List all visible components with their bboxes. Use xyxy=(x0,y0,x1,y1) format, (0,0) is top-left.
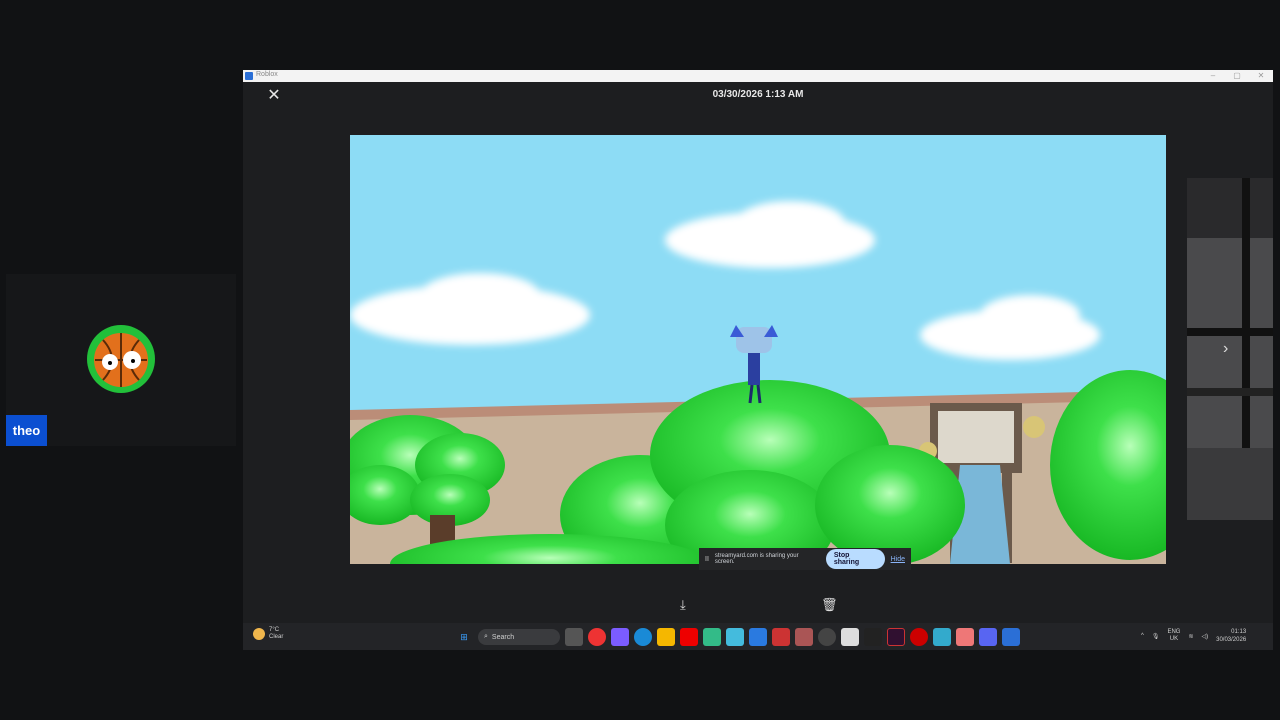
screenshot-date: 03/30/2026 1:13 AM xyxy=(712,89,804,100)
volume-icon[interactable]: ◁) xyxy=(1202,633,1209,640)
shared-window: Roblox – ▢ ✕ ✕ 03/30/2026 1:13 AM › II s… xyxy=(243,70,1273,650)
weather-condition: Clear xyxy=(269,634,284,640)
hide-notice-link[interactable]: Hide xyxy=(891,556,905,563)
participant-name: theo xyxy=(6,415,47,446)
windows-taskbar: 7°C Clear ⊞ ⌕ Search ^ 🎙 ENG UK ≋ ◁) 01:… xyxy=(243,623,1273,650)
minimize-button[interactable]: – xyxy=(1201,70,1225,82)
screen-share-notice: II streamyard.com is sharing your screen… xyxy=(699,548,911,570)
roblox-taskbar-icon[interactable] xyxy=(864,628,882,646)
pause-icon[interactable]: II xyxy=(705,556,709,563)
trash-icon[interactable]: 🗑 xyxy=(821,597,838,613)
app-icon-5[interactable] xyxy=(795,628,813,646)
taskbar-apps: ⊞ ⌕ Search xyxy=(455,628,1020,646)
app-icon-2[interactable] xyxy=(726,628,744,646)
chrome-icon[interactable] xyxy=(588,628,606,646)
weather-widget[interactable]: 7°C Clear xyxy=(253,627,283,641)
system-tray: ^ 🎙 ENG UK ≋ ◁) 01:13 30/03/2026 xyxy=(1141,628,1246,644)
discord-icon[interactable] xyxy=(979,628,997,646)
stop-sharing-button[interactable]: Stop sharing xyxy=(825,549,885,569)
media-player-icon[interactable] xyxy=(818,628,836,646)
wifi-icon[interactable]: ≋ xyxy=(1188,633,1193,640)
close-window-button[interactable]: ✕ xyxy=(1249,70,1273,82)
taskbar-search[interactable]: ⌕ Search xyxy=(478,629,560,645)
next-screenshot-thumbnail[interactable] xyxy=(1187,178,1273,520)
weather-icon xyxy=(253,628,265,640)
app-icon-7[interactable] xyxy=(887,628,905,646)
file-explorer-icon[interactable] xyxy=(657,628,675,646)
next-arrow-icon[interactable]: › xyxy=(1223,340,1228,358)
clock-date: 30/03/2026 xyxy=(1216,637,1247,643)
language-code: ENG xyxy=(1167,629,1181,635)
weather-temp: 7°C xyxy=(269,627,280,633)
game-screenshot[interactable] xyxy=(350,135,1166,564)
start-menu-icon[interactable]: ⊞ xyxy=(455,628,473,646)
youtube-icon[interactable] xyxy=(680,628,698,646)
maximize-button[interactable]: ▢ xyxy=(1225,70,1249,82)
microphone-icon[interactable]: 🎙 xyxy=(1152,633,1160,640)
clock-time: 01:13 xyxy=(1231,629,1247,635)
edge-icon[interactable] xyxy=(634,628,652,646)
task-view-icon[interactable] xyxy=(565,628,583,646)
download-icon[interactable]: ⤓ xyxy=(680,597,686,613)
app-icon-6[interactable] xyxy=(841,628,859,646)
copilot-icon[interactable] xyxy=(611,628,629,646)
app-icon-9[interactable] xyxy=(956,628,974,646)
language-indicator[interactable]: ENG UK xyxy=(1167,629,1180,643)
participant-avatar xyxy=(87,325,155,393)
roblox-app-icon xyxy=(245,72,253,80)
search-icon: ⌕ xyxy=(484,633,488,640)
app-icon-8[interactable] xyxy=(933,628,951,646)
share-notice-text: streamyard.com is sharing your screen. xyxy=(714,553,799,565)
clock[interactable]: 01:13 30/03/2026 xyxy=(1216,628,1246,644)
chevron-up-icon[interactable]: ^ xyxy=(1141,633,1144,639)
app-icon-4[interactable] xyxy=(772,628,790,646)
window-titlebar: Roblox – ▢ ✕ xyxy=(243,70,1273,82)
window-title: Roblox xyxy=(256,71,278,78)
keyboard-region: UK xyxy=(1169,636,1179,642)
record-icon[interactable] xyxy=(910,628,928,646)
roblox-studio-icon[interactable] xyxy=(1002,628,1020,646)
search-placeholder: Search xyxy=(491,633,515,641)
app-icon-3[interactable] xyxy=(749,628,767,646)
app-icon-1[interactable] xyxy=(703,628,721,646)
